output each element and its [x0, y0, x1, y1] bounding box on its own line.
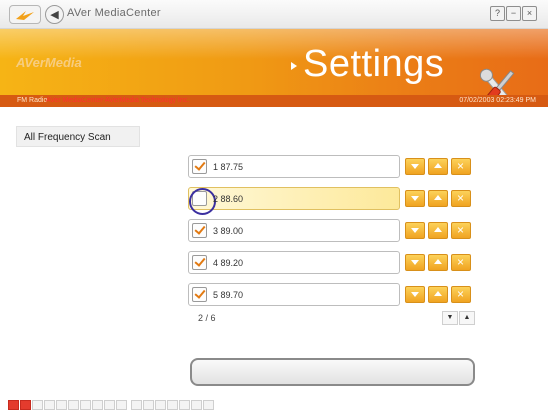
channel-field[interactable]: 3 89.00 — [188, 219, 400, 242]
remote-key[interactable] — [131, 400, 142, 410]
record-button[interactable] — [8, 400, 19, 410]
remote-key[interactable] — [32, 400, 43, 410]
channel-row[interactable]: 3 89.00 — [188, 219, 474, 242]
move-up-button[interactable] — [428, 254, 448, 271]
close-button[interactable]: × — [522, 6, 537, 21]
page-down-button[interactable]: ▼ — [442, 311, 458, 325]
selection-ring — [189, 188, 216, 215]
channel-checkbox[interactable] — [192, 255, 207, 270]
channel-label: 3 89.00 — [213, 226, 244, 236]
remote-key[interactable] — [104, 400, 115, 410]
app-title: AVer MediaCenter — [67, 7, 161, 19]
move-up-button[interactable] — [428, 222, 448, 239]
move-down-button[interactable] — [405, 222, 425, 239]
settings-banner: AVerMedia Settings — [0, 29, 548, 106]
move-down-button[interactable] — [405, 254, 425, 271]
stop-button[interactable] — [20, 400, 31, 410]
channel-field[interactable]: 1 87.75 — [188, 155, 400, 178]
page-title: Settings — [303, 43, 445, 85]
page-indicator: 2 / 6 — [198, 313, 216, 323]
all-frequency-scan-button[interactable]: All Frequency Scan — [16, 126, 140, 147]
move-down-button[interactable] — [405, 190, 425, 207]
remote-key[interactable] — [44, 400, 55, 410]
channel-row[interactable]: 1 87.75 — [188, 155, 474, 178]
channel-label: 2 88.60 — [213, 194, 244, 204]
move-up-button[interactable] — [428, 286, 448, 303]
back-arrow-icon: ◀ — [50, 9, 59, 21]
brand-logo: AVerMedia — [16, 55, 82, 70]
move-down-button[interactable] — [405, 286, 425, 303]
move-up-button[interactable] — [428, 190, 448, 207]
remote-control-strip — [8, 400, 214, 410]
channel-checkbox[interactable] — [192, 223, 207, 238]
channel-row[interactable]: 2 88.60 — [188, 187, 474, 215]
bottom-action-bar[interactable] — [190, 358, 475, 386]
remote-key[interactable] — [80, 400, 91, 410]
status-bar: FM Radio AVer MediaCenter-AVerMedia Tech… — [0, 95, 548, 107]
pager-buttons: ▼ ▲ — [442, 311, 475, 325]
move-down-button[interactable] — [405, 158, 425, 175]
remote-key[interactable] — [143, 400, 154, 410]
channel-field[interactable]: 2 88.60 — [188, 187, 400, 215]
back-button[interactable]: ◀ — [45, 5, 64, 24]
remote-key[interactable] — [68, 400, 79, 410]
status-company: AVer MediaCenter-AVerMedia Technology In… — [46, 97, 190, 104]
channel-label: 4 89.20 — [213, 258, 244, 268]
remote-key[interactable] — [116, 400, 127, 410]
help-button[interactable]: ? — [490, 6, 505, 21]
status-mode: FM Radio — [17, 97, 48, 104]
minimize-button[interactable]: − — [506, 6, 521, 21]
page-up-button[interactable]: ▲ — [459, 311, 475, 325]
channel-label: 5 89.70 — [213, 290, 244, 300]
app-logo-button[interactable] — [9, 5, 41, 24]
remote-key[interactable] — [203, 400, 214, 410]
remote-key[interactable] — [92, 400, 103, 410]
move-up-button[interactable] — [428, 158, 448, 175]
delete-channel-button[interactable] — [451, 158, 471, 175]
delete-channel-button[interactable] — [451, 222, 471, 239]
channel-field[interactable]: 4 89.20 — [188, 251, 400, 274]
remote-key[interactable] — [191, 400, 202, 410]
remote-key[interactable] — [56, 400, 67, 410]
title-bar: ◀ AVer MediaCenter ? − × — [0, 0, 548, 29]
remote-key[interactable] — [155, 400, 166, 410]
channel-row[interactable]: 5 89.70 — [188, 283, 474, 306]
title-arrow-icon — [291, 62, 297, 70]
channel-row[interactable]: 4 89.20 — [188, 251, 474, 274]
app-logo-icon — [16, 10, 34, 20]
remote-key[interactable] — [167, 400, 178, 410]
remote-key[interactable] — [179, 400, 190, 410]
channel-label: 1 87.75 — [213, 162, 244, 172]
delete-channel-button[interactable] — [451, 254, 471, 271]
channel-checkbox[interactable] — [189, 188, 216, 215]
status-datetime: 07/02/2003 02:23:49 PM — [459, 97, 536, 104]
channel-checkbox[interactable] — [192, 287, 207, 302]
delete-channel-button[interactable] — [451, 190, 471, 207]
delete-channel-button[interactable] — [451, 286, 471, 303]
channel-checkbox[interactable] — [192, 159, 207, 174]
channel-field[interactable]: 5 89.70 — [188, 283, 400, 306]
